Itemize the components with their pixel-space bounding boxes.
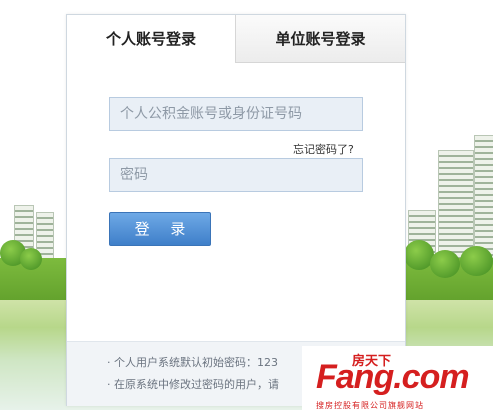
tab-personal-account[interactable]: 个人账号登录 bbox=[67, 15, 235, 63]
login-button[interactable]: 登 录 bbox=[109, 212, 211, 246]
account-input[interactable] bbox=[109, 97, 363, 131]
forgot-password-link[interactable]: 忘记密码了? bbox=[293, 141, 354, 157]
notice-line-default-password: · 个人用户系统默认初始密码：123 bbox=[107, 356, 278, 369]
password-input[interactable] bbox=[109, 158, 363, 192]
fang-watermark-logo: 房天下 Fang.com 搜房控股有限公司旗舰网站 bbox=[302, 346, 493, 410]
tab-organization-account[interactable]: 单位账号登录 bbox=[235, 15, 405, 63]
logo-subtitle: 搜房控股有限公司旗舰网站 bbox=[316, 401, 424, 410]
login-tabs: 个人账号登录 单位账号登录 bbox=[67, 15, 405, 63]
logo-main-text: Fang.com bbox=[316, 358, 470, 396]
notice-line-changed-password: · 在原系统中修改过密码的用户，请 bbox=[107, 378, 279, 391]
